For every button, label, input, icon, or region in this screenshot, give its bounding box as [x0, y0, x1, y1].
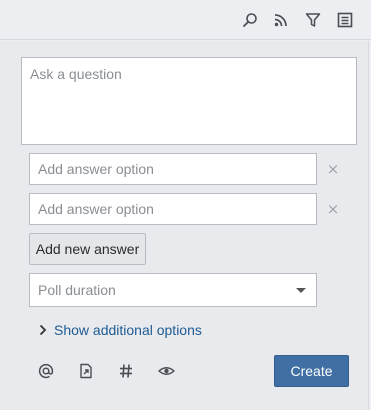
- answer-option-input[interactable]: [30, 154, 316, 184]
- poll-duration-select[interactable]: Poll duration: [29, 273, 317, 307]
- hashtag-icon[interactable]: [117, 362, 135, 380]
- remove-answer-icon[interactable]: ×: [325, 200, 341, 218]
- rss-feed-icon[interactable]: [271, 10, 291, 30]
- chevron-down-icon: [296, 287, 306, 293]
- chevron-right-icon: [39, 324, 47, 336]
- filter-icon[interactable]: [303, 10, 323, 30]
- question-field[interactable]: [21, 57, 357, 145]
- poll-duration-label: Poll duration: [38, 282, 116, 298]
- answer-option-2[interactable]: [29, 193, 317, 225]
- show-additional-options-link[interactable]: Show additional options: [36, 320, 202, 340]
- show-additional-options-label: Show additional options: [54, 322, 202, 338]
- search-icon[interactable]: [240, 10, 260, 30]
- answer-option-1[interactable]: [29, 153, 317, 185]
- remove-answer-icon[interactable]: ×: [325, 160, 341, 178]
- answer-option-input[interactable]: [30, 194, 316, 224]
- visibility-icon[interactable]: [157, 362, 175, 380]
- question-input[interactable]: [22, 58, 356, 144]
- create-poll-button[interactable]: Create: [274, 355, 349, 387]
- mention-icon[interactable]: [37, 362, 55, 380]
- add-new-answer-button[interactable]: Add new answer: [29, 233, 146, 265]
- list-view-icon[interactable]: [335, 10, 355, 30]
- attach-file-icon[interactable]: [77, 362, 95, 380]
- top-toolbar: [0, 0, 371, 40]
